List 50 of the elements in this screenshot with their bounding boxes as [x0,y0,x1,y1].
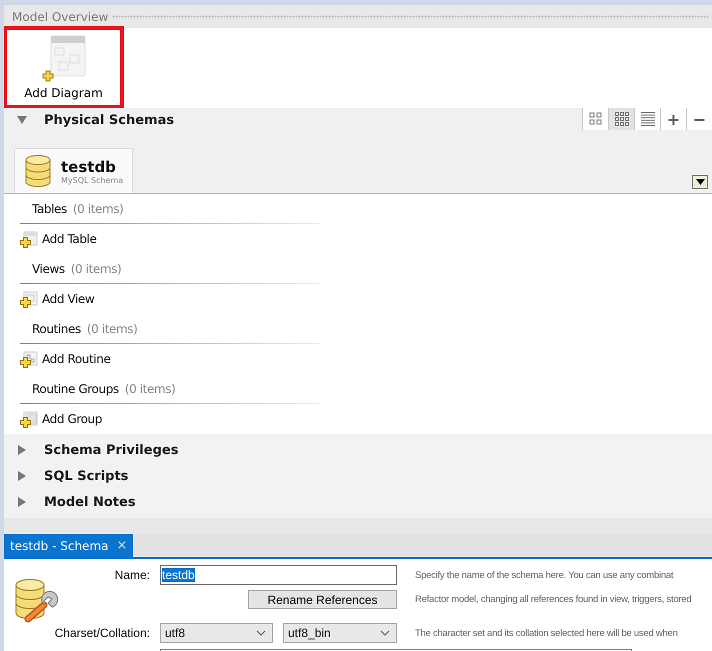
expand-triangle-icon [16,444,28,456]
group-title: Tables [32,202,67,216]
section-header[interactable]: Schema Privileges [4,437,712,463]
add-item-button[interactable]: Add Group [20,404,712,434]
schema-tab[interactable]: testdb MySQL Schema [14,148,133,193]
section-header[interactable]: Physical Schemas + − [4,108,712,132]
charset-dropdown[interactable]: utf8 [160,623,273,643]
caret-icon [696,179,704,185]
view-mode-button[interactable] [608,108,634,130]
grid-view-icon [614,111,630,127]
grid-view-icon [588,111,604,127]
diagram-document-icon [42,35,86,83]
add-table-icon [20,230,38,248]
rename-references-button[interactable]: Rename References [248,590,397,609]
add-item-button[interactable]: Add View [20,284,712,314]
field-label: Charset/Collation: [54,625,150,641]
database-icon [25,155,51,187]
item-count: (0 items) [124,382,176,396]
chevron-icon [256,630,266,636]
chevron-icon [380,630,390,636]
panel-title: Model Overview [12,10,108,24]
close-button[interactable]: × [116,538,128,553]
dropdown-button[interactable] [692,175,708,189]
item-count: (0 items) [72,202,124,216]
add-group-icon [20,410,38,428]
collation-dropdown[interactable]: utf8_bin [283,623,397,643]
name-input[interactable]: testdb [160,565,397,585]
field-label: Name: [114,567,150,583]
add-view-icon [20,290,38,308]
group-title: Routines [32,322,81,336]
schema-type: MySQL Schema [61,176,124,184]
section-header[interactable]: Model Notes [4,489,712,515]
editor-tab[interactable]: testdb - Schema × [4,534,134,557]
group-title: Routine Groups [32,382,119,396]
help-text: The character set and its collation selected here will be used when [415,628,679,638]
list-view-icon [640,111,656,127]
collapse-triangle-icon [16,114,28,126]
schema-name: testdb [61,158,117,176]
add-item-button[interactable]: Add Routine [20,344,712,374]
add-item-button[interactable]: Add Table [20,224,712,254]
add-diagram-button[interactable]: Add Diagram [4,26,124,109]
help-text: Refactor model, changing all references found in view, triggers, stored [415,594,692,605]
section-header[interactable]: SQL Scripts [4,463,712,489]
expand-triangle-icon [16,496,28,508]
group-title: Views [32,262,65,276]
expand-triangle-icon [16,470,28,482]
add-routine-icon [20,350,38,368]
help-text: Specify the name of the schema here. You can use any combinat [415,570,674,580]
item-count: (0 items) [86,322,138,336]
item-count: (0 items) [70,262,122,276]
